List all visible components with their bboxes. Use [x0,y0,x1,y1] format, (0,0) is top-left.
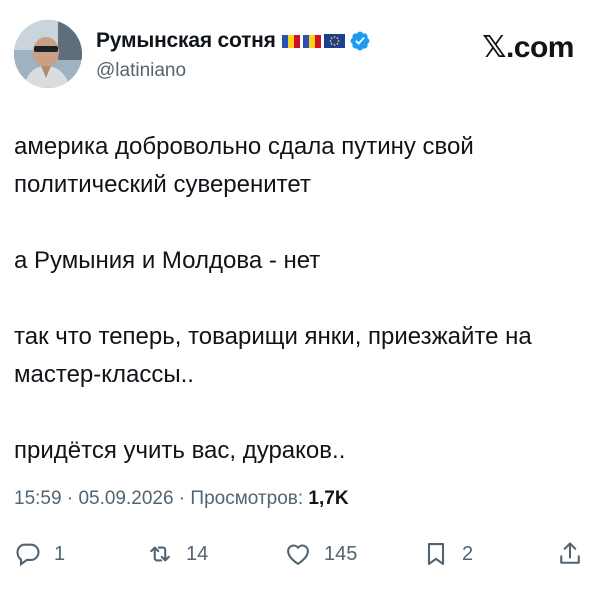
eu-flag-icon [323,34,345,48]
moldova-flag-icon [302,34,321,48]
tweet-paragraph: америка добровольно сдала путину свой по… [14,133,474,198]
author-handle[interactable]: @latiniano [96,60,186,82]
tweet-text: америка добровольно сдала путину свой по… [14,128,586,470]
like-count: 145 [324,542,358,565]
avatar[interactable] [14,20,82,88]
tweet-paragraph: а Румыния и Молдова - нет [14,247,321,274]
tweet-date[interactable]: 05.09.2026 [78,488,173,509]
meta-separator: · [61,488,79,509]
meta-separator: · [173,488,191,509]
tweet-meta: 15:59 · 05.09.2026 · Просмотров: 1,7K [14,488,349,510]
romania-flag-icon [281,34,300,48]
repost-button[interactable]: 14 [146,534,208,574]
bookmark-count: 2 [462,542,474,565]
x-brand-logo: 𝕏.com [482,31,574,64]
views-label: Просмотров: [190,488,304,509]
verified-badge-icon [350,31,370,51]
views-count: 1,7K [308,488,349,509]
bookmark-icon [427,543,445,565]
tweet-paragraph: придётся учить вас, дураков.. [14,437,346,464]
action-bar: 1 14 145 2 [0,534,600,574]
like-icon [287,544,309,565]
reply-count: 1 [54,542,66,565]
display-name[interactable]: Румынская сотня [96,29,276,53]
repost-count: 14 [186,542,209,565]
reply-button[interactable]: 1 [14,534,65,574]
author-name-row: Румынская сотня [96,28,371,54]
share-icon [560,542,580,564]
like-button[interactable]: 145 [284,534,357,574]
tweet-paragraph: так что теперь, товарищи янки, приезжайт… [14,323,532,388]
repost-icon [150,546,170,562]
share-button[interactable] [556,534,584,574]
reply-icon [16,543,40,567]
bookmark-button[interactable]: 2 [422,534,473,574]
tweet-time[interactable]: 15:59 [14,488,62,509]
